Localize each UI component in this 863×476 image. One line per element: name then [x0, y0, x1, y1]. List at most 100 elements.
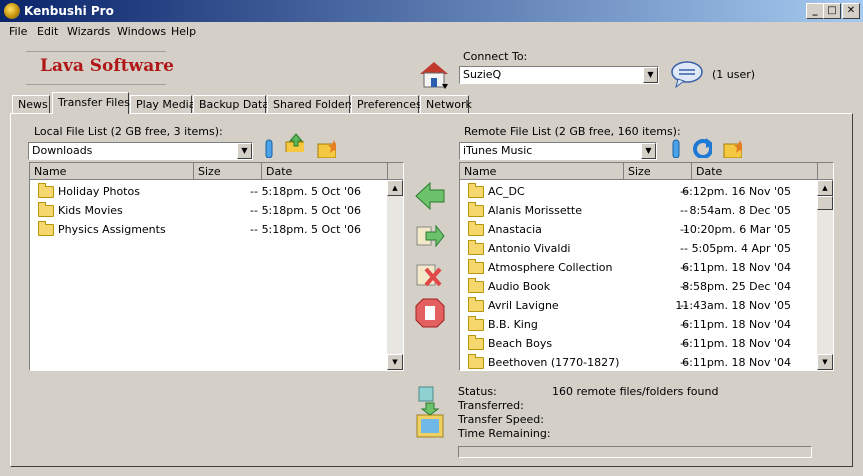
- move-right-icon[interactable]: [414, 220, 446, 252]
- local-col-date[interactable]: Date: [262, 163, 388, 180]
- transferred-label: Transferred:: [458, 399, 524, 412]
- progress-bar: [458, 446, 812, 458]
- tab-network[interactable]: Network: [420, 95, 472, 113]
- close-button[interactable]: ✕: [842, 3, 860, 19]
- menu-edit[interactable]: Edit: [37, 25, 58, 38]
- remote-table-row[interactable]: Atmosphere Collection -- 6:11pm. 18 Nov '0…: [460, 258, 817, 277]
- local-scrollbar[interactable]: ▲ ▼: [387, 180, 403, 370]
- file-date: 5:18pm. 5 Oct '06: [261, 185, 361, 198]
- local-col-name[interactable]: Name: [30, 163, 194, 180]
- folder-icon: [38, 183, 54, 198]
- local-table-row[interactable]: [30, 353, 387, 370]
- file-name: AC_DC: [488, 185, 525, 198]
- remote-file-list[interactable]: Name Size Date AC_DC -- 6:12pm. 16 Nov '05…: [459, 162, 834, 371]
- file-name: Antonio Vivaldi: [488, 242, 571, 255]
- connect-value: SuzieQ: [463, 68, 502, 81]
- remote-folder-value: iTunes Music: [463, 144, 533, 157]
- local-table-row[interactable]: Kids Movies -- 5:18pm. 5 Oct '06: [30, 201, 387, 220]
- file-name: Avril Lavigne: [488, 299, 559, 312]
- local-table-row[interactable]: [30, 315, 387, 334]
- file-name: B.B. King: [488, 318, 538, 331]
- copy-left-arrow-icon[interactable]: [414, 180, 446, 212]
- file-date: 5:05pm. 4 Apr '05: [691, 242, 791, 255]
- transfer-speed-label: Transfer Speed:: [458, 413, 544, 426]
- maximize-button[interactable]: □: [823, 3, 841, 19]
- window-title: Kenbushi Pro: [24, 4, 114, 18]
- delete-icon[interactable]: [414, 259, 446, 291]
- remote-table-row[interactable]: Beach Boys -- 6:11pm. 18 Nov '04: [460, 334, 817, 353]
- remote-folder-select[interactable]: iTunes Music ▼: [459, 142, 657, 160]
- local-table-row[interactable]: [30, 239, 387, 258]
- status-value: 160 remote files/folders found: [552, 385, 719, 398]
- menu-file[interactable]: File: [9, 25, 27, 38]
- stop-icon[interactable]: [414, 297, 446, 329]
- local-table-row[interactable]: [30, 277, 387, 296]
- tab-backup-data[interactable]: Backup Data: [193, 95, 269, 113]
- tab-news[interactable]: News: [12, 95, 50, 113]
- scroll-up-icon[interactable]: ▲: [817, 180, 833, 196]
- file-date: 5:18pm. 5 Oct '06: [261, 204, 361, 217]
- remote-table-row[interactable]: AC_DC -- 6:12pm. 16 Nov '05: [460, 182, 817, 201]
- file-size: --: [680, 204, 688, 217]
- app-icon: [4, 3, 20, 19]
- chevron-down-icon[interactable]: ▼: [641, 143, 656, 159]
- chevron-down-icon[interactable]: ▼: [643, 67, 658, 83]
- menu-wizards[interactable]: Wizards: [67, 25, 110, 38]
- remote-col-size[interactable]: Size: [624, 163, 692, 180]
- info-icon[interactable]: [259, 138, 279, 158]
- local-file-list[interactable]: Name Size Date Holiday Photos -- 5:18pm. 5…: [29, 162, 404, 371]
- remote-col-name[interactable]: Name: [460, 163, 624, 180]
- file-date: 6:11pm. 18 Nov '04: [682, 261, 791, 274]
- local-table-row[interactable]: Holiday Photos -- 5:18pm. 5 Oct '06: [30, 182, 387, 201]
- new-folder-icon[interactable]: [722, 138, 742, 158]
- chevron-down-icon[interactable]: ▼: [237, 143, 252, 159]
- remote-table-row[interactable]: Antonio Vivaldi -- 5:05pm. 4 Apr '05: [460, 239, 817, 258]
- remote-scrollbar[interactable]: ▲ ▼: [817, 180, 833, 370]
- menu-help[interactable]: Help: [171, 25, 196, 38]
- local-table-row[interactable]: Physics Assigments -- 5:18pm. 5 Oct '06: [30, 220, 387, 239]
- remote-table-row[interactable]: Beethoven (1770-1827) -- 6:11pm. 18 Nov '0…: [460, 353, 817, 370]
- folder-icon: [468, 278, 484, 293]
- folder-icon: [468, 221, 484, 236]
- menu-windows[interactable]: Windows: [117, 25, 166, 38]
- remote-table-row[interactable]: Anastacia -- 10:20pm. 6 Mar '05: [460, 220, 817, 239]
- home-icon[interactable]: [418, 60, 450, 90]
- tab-play-media[interactable]: Play Media: [130, 95, 195, 113]
- tab-transfer-files[interactable]: Transfer Files: [52, 92, 130, 114]
- local-col-size[interactable]: Size: [194, 163, 262, 180]
- remote-col-date[interactable]: Date: [692, 163, 818, 180]
- transfer-status-icon: [416, 386, 444, 438]
- scroll-down-icon[interactable]: ▼: [817, 354, 833, 370]
- file-date: 11:43am. 18 Nov '05: [675, 299, 791, 312]
- scroll-thumb[interactable]: [817, 196, 833, 210]
- tab-preferences[interactable]: Preferences: [351, 95, 422, 113]
- remote-col-filler: [818, 163, 833, 180]
- folder-icon: [468, 316, 484, 331]
- remote-table-row[interactable]: Avril Lavigne -- 11:43am. 18 Nov '05: [460, 296, 817, 315]
- tab-shared-folders[interactable]: Shared Folders: [267, 95, 355, 113]
- folder-icon: [468, 259, 484, 274]
- file-name: Kids Movies: [58, 204, 123, 217]
- local-folder-select[interactable]: Downloads ▼: [28, 142, 253, 160]
- remote-table-row[interactable]: Alanis Morissette -- 8:54am. 8 Dec '05: [460, 201, 817, 220]
- info-icon[interactable]: [666, 138, 686, 158]
- folder-up-icon[interactable]: [284, 132, 304, 152]
- new-folder-icon[interactable]: [316, 138, 336, 158]
- remote-table-row[interactable]: Audio Book -- 8:58pm. 25 Dec '04: [460, 277, 817, 296]
- local-table-row[interactable]: [30, 334, 387, 353]
- menu-bar: File Edit Wizards Windows Help: [0, 22, 863, 42]
- connect-label: Connect To:: [463, 50, 528, 63]
- file-name: Atmosphere Collection: [488, 261, 613, 274]
- scroll-down-icon[interactable]: ▼: [387, 354, 403, 370]
- scroll-up-icon[interactable]: ▲: [387, 180, 403, 196]
- users-chat-icon[interactable]: [670, 60, 704, 88]
- remote-table-row[interactable]: B.B. King -- 6:11pm. 18 Nov '04: [460, 315, 817, 334]
- minimize-button[interactable]: _: [806, 3, 824, 19]
- connect-select[interactable]: SuzieQ ▼: [459, 66, 659, 84]
- file-name: Physics Assigments: [58, 223, 166, 236]
- folder-icon: [38, 202, 54, 217]
- local-folder-value: Downloads: [32, 144, 93, 157]
- local-table-row[interactable]: [30, 258, 387, 277]
- refresh-icon[interactable]: [692, 138, 712, 158]
- local-table-row[interactable]: [30, 296, 387, 315]
